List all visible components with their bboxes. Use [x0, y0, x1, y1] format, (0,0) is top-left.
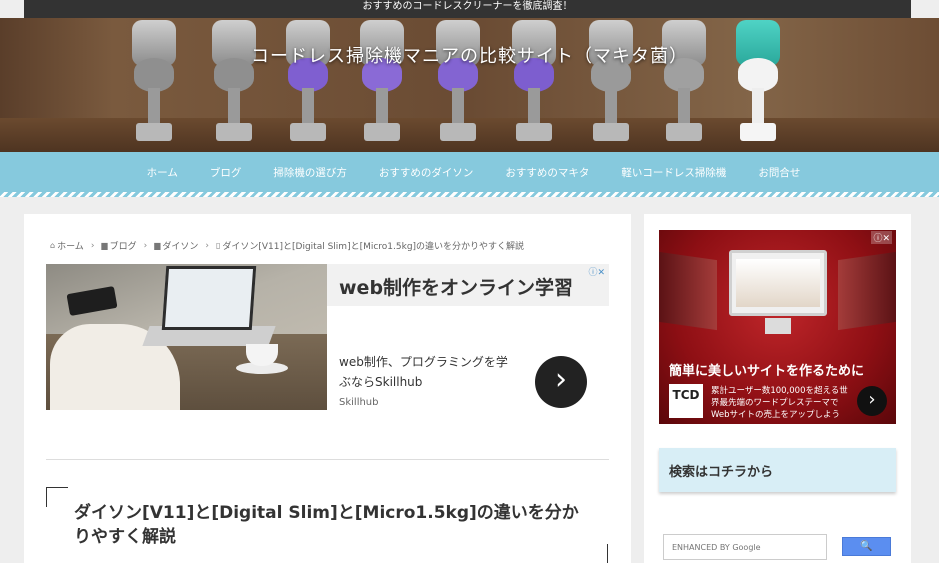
file-icon: ▯: [215, 241, 221, 250]
search-widget-header: 検索はコチラから: [659, 448, 896, 492]
breadcrumb-separator: ›: [205, 240, 209, 251]
ad-decoration: [659, 251, 717, 331]
right-margin: [911, 197, 939, 563]
nav-item-light-cordless[interactable]: 軽いコードレス掃除機: [621, 165, 726, 180]
folder-icon: ▆: [154, 241, 161, 250]
breadcrumb-item-home[interactable]: ⌂ ホーム: [50, 239, 84, 252]
title-corner-decoration: [607, 544, 608, 563]
ad-image[interactable]: [46, 264, 327, 410]
tcd-logo: TCD: [669, 384, 703, 418]
ad-description[interactable]: web制作、プログラミングを学ぶならSkillhub: [339, 352, 519, 392]
ad-arrow-button[interactable]: ›: [535, 356, 587, 408]
breadcrumb-separator: ›: [90, 240, 95, 251]
global-nav: ホーム ブログ 掃除機の選び方 おすすめのダイソン おすすめのマキタ 軽いコード…: [0, 152, 939, 192]
nav-item-makita[interactable]: おすすめのマキタ: [505, 165, 589, 180]
search-button[interactable]: 🔍: [842, 537, 891, 556]
ad-decoration: [838, 251, 896, 331]
nav-item-contact[interactable]: お問合せ: [758, 165, 800, 180]
nav-item-dyson[interactable]: おすすめのダイソン: [379, 165, 474, 180]
folder-icon: ▆: [101, 241, 108, 250]
main-ad[interactable]: web制作をオンライン学習 ⓘ✕ web制作、プログラミングを学ぶならSkill…: [46, 264, 609, 460]
side-ad-description[interactable]: 累計ユーザー数100,000を超える世界最先端のワードプレステーマでWebサイト…: [711, 385, 851, 421]
breadcrumb-item-blog[interactable]: ▆ ブログ: [101, 239, 136, 252]
header-banner[interactable]: コードレス掃除機マニアの比較サイト（マキタ菌）: [0, 18, 939, 152]
left-margin: [0, 197, 24, 563]
header-tagline: おすすめのコードレスクリーナーを徹底調査！: [24, 0, 911, 18]
ad-choices-icon[interactable]: ⓘ✕: [871, 231, 892, 244]
ad-source[interactable]: Skillhub: [339, 397, 379, 408]
home-icon: ⌂: [50, 241, 56, 250]
article-title: ダイソン[V11]と[Digital Slim]と[Micro1.5kg]の違い…: [74, 503, 579, 547]
search-input[interactable]: [663, 534, 827, 560]
breadcrumb: ⌂ ホーム › ▆ ブログ › ▆ ダイソン › ▯ ダイソン[V11]と[Di…: [50, 239, 525, 253]
ad-choices-icon[interactable]: ⓘ✕: [588, 265, 605, 278]
site-title[interactable]: コードレス掃除機マニアの比較サイト（マキタ菌）: [0, 42, 939, 68]
main-content: ⌂ ホーム › ▆ ブログ › ▆ ダイソン › ▯ ダイソン[V11]と[Di…: [24, 214, 631, 563]
monitor-stand: [765, 318, 791, 334]
monitor-image: [729, 250, 827, 316]
breadcrumb-item-current: ▯ ダイソン[V11]と[Digital Slim]と[Micro1.5kg]の…: [215, 241, 525, 252]
ad-headline-bar: web制作をオンライン学習 ⓘ✕: [327, 264, 609, 306]
nav-divider: [0, 192, 939, 197]
ad-headline[interactable]: web制作をオンライン学習: [339, 273, 573, 300]
sidebar-ad[interactable]: ⓘ✕ 簡単に美しいサイトを作るために TCD 累計ユーザー数100,000を超え…: [659, 230, 896, 424]
nav-item-home[interactable]: ホーム: [147, 165, 178, 180]
side-ad-headline[interactable]: 簡単に美しいサイトを作るために: [669, 360, 864, 379]
nav-item-how-to-choose[interactable]: 掃除機の選び方: [273, 165, 347, 180]
breadcrumb-item-dyson[interactable]: ▆ ダイソン: [154, 239, 198, 252]
title-corner-decoration: [46, 487, 68, 507]
search-widget-title: 検索はコチラから: [669, 465, 774, 480]
search-icon: 🔍: [860, 541, 873, 552]
side-ad-arrow-button[interactable]: ›: [857, 386, 887, 416]
nav-item-blog[interactable]: ブログ: [210, 165, 242, 180]
breadcrumb-separator: ›: [143, 240, 148, 251]
